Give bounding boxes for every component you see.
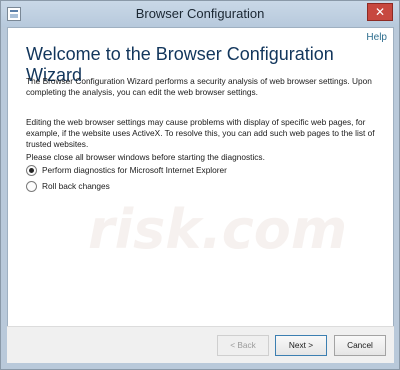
close-button[interactable]: ✕ xyxy=(367,3,393,21)
next-button[interactable]: Next > xyxy=(275,335,327,356)
warning-paragraph: Editing the web browser settings may cau… xyxy=(26,117,375,149)
diagnostics-option-label: Perform diagnostics for Microsoft Intern… xyxy=(42,165,227,175)
rollback-radio[interactable] xyxy=(26,180,37,192)
cancel-button[interactable]: Cancel xyxy=(334,335,386,356)
wizard-footer: < Back Next > Cancel xyxy=(7,326,394,363)
diagnostics-option[interactable]: Perform diagnostics for Microsoft Intern… xyxy=(26,163,227,177)
window-title: Browser Configuration xyxy=(135,6,265,21)
instruction-paragraph: Please close all browser windows before … xyxy=(26,152,265,162)
rollback-option[interactable]: Roll back changes xyxy=(26,179,110,193)
wizard-window: Browser Configuration ✕ Help Welcome to … xyxy=(0,0,400,370)
diagnostics-radio[interactable] xyxy=(26,164,37,176)
wizard-content: Help Welcome to the Browser Configuratio… xyxy=(7,27,394,363)
help-link[interactable]: Help xyxy=(366,32,387,43)
rollback-option-label: Roll back changes xyxy=(42,181,110,191)
back-button[interactable]: < Back xyxy=(217,335,269,356)
title-bar[interactable]: Browser Configuration ✕ xyxy=(1,1,399,27)
watermark-logo: risk.com xyxy=(88,198,348,261)
intro-paragraph: The Browser Configuration Wizard perform… xyxy=(26,76,372,97)
